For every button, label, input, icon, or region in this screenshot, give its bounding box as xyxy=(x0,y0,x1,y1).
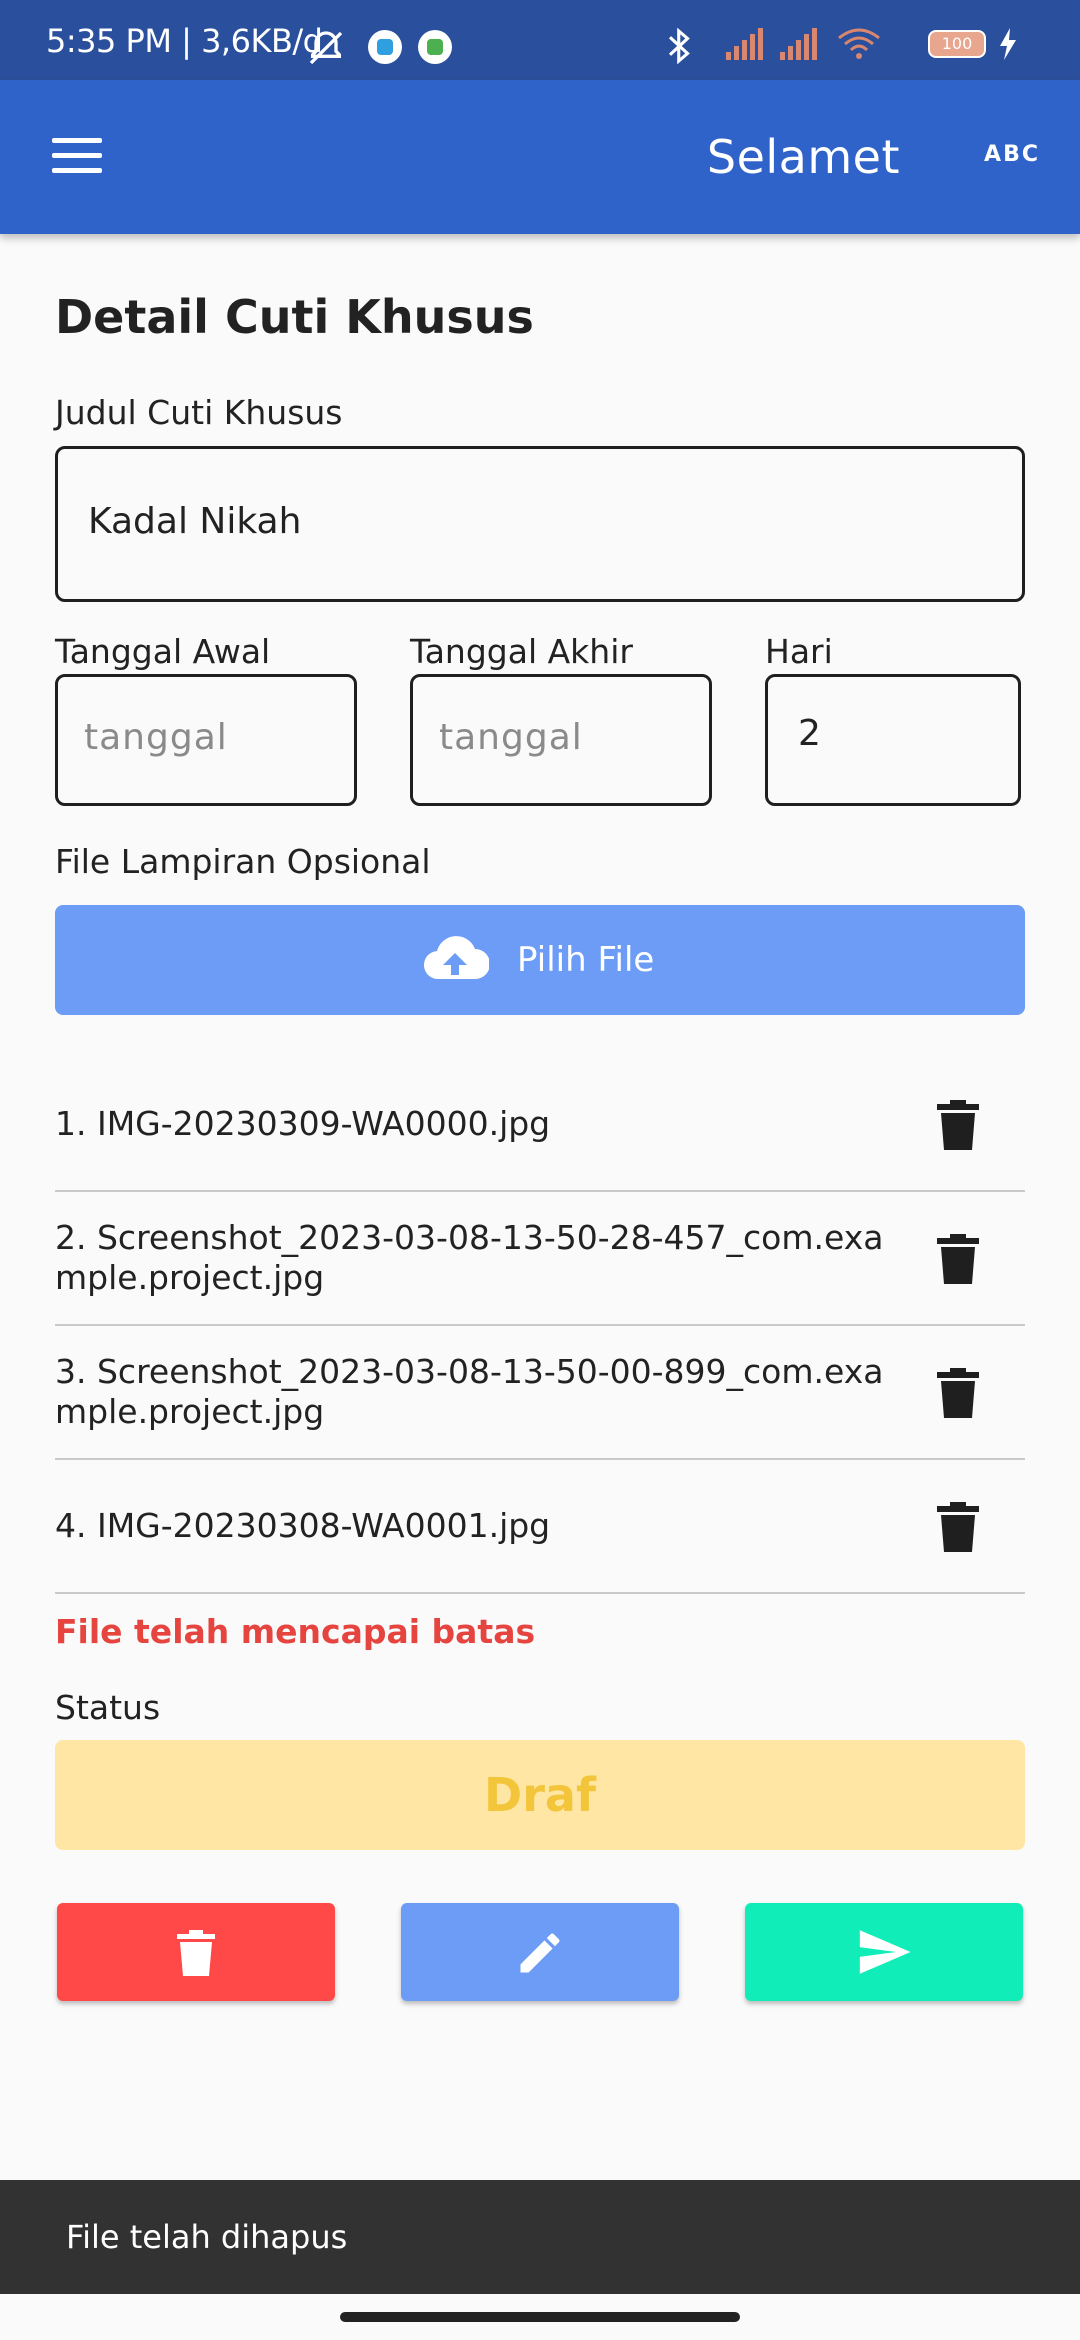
battery-icon: 100 xyxy=(928,30,986,58)
edit-button[interactable] xyxy=(401,1903,679,2001)
send-icon xyxy=(859,1930,911,1974)
trash-icon[interactable] xyxy=(937,1234,979,1284)
signal-icon xyxy=(726,28,763,60)
mute-icon xyxy=(309,31,343,65)
file-row: 4. IMG-20230308-WA0001.jpg xyxy=(55,1460,1025,1594)
trash-icon[interactable] xyxy=(937,1368,979,1418)
file-name: 4. IMG-20230308-WA0001.jpg xyxy=(55,1506,551,1545)
judul-value: Kadal Nikah xyxy=(88,501,302,542)
hari-label: Hari xyxy=(765,632,833,671)
file-row: 3. Screenshot_2023-03-08-13-50-00-899_co… xyxy=(55,1326,1025,1460)
user-name-title: Selamet xyxy=(706,130,900,184)
tanggal-awal-field[interactable]: tanggal xyxy=(55,674,357,806)
tanggal-akhir-label: Tanggal Akhir xyxy=(410,632,633,671)
tanggal-akhir-placeholder: tanggal xyxy=(439,717,583,758)
status-time: 5:35 PM | 3,6KB/d xyxy=(46,22,323,60)
file-name: 3. Screenshot_2023-03-08-13-50-00-899_co… xyxy=(55,1352,884,1431)
bluetooth-icon xyxy=(668,27,690,65)
delete-button[interactable] xyxy=(57,1903,335,2001)
snackbar-message: File telah dihapus xyxy=(66,2218,348,2256)
trash-icon xyxy=(177,1930,215,1976)
pick-file-label: Pilih File xyxy=(517,940,655,980)
file-row: 2. Screenshot_2023-03-08-13-50-28-457_co… xyxy=(55,1192,1025,1326)
hari-value: 2 xyxy=(798,713,821,754)
hari-field[interactable]: 2 xyxy=(765,674,1021,806)
file-name: 2. Screenshot_2023-03-08-13-50-28-457_co… xyxy=(55,1218,884,1297)
judul-label: Judul Cuti Khusus xyxy=(55,393,343,432)
app-notification-icon xyxy=(418,30,452,64)
charging-icon xyxy=(1000,28,1016,60)
app-bar: Selamet ABC xyxy=(0,80,1080,234)
status-bar: 5:35 PM | 3,6KB/d 100 xyxy=(0,0,1080,80)
hamburger-icon[interactable] xyxy=(52,138,102,174)
status-value: Draf xyxy=(484,1768,596,1822)
send-button[interactable] xyxy=(745,1903,1023,2001)
page-title: Detail Cuti Khusus xyxy=(55,290,534,344)
telegram-icon xyxy=(368,30,402,64)
lampiran-label: File Lampiran Opsional xyxy=(55,842,431,881)
file-limit-message: File telah mencapai batas xyxy=(55,1612,536,1651)
tanggal-akhir-field[interactable]: tanggal xyxy=(410,674,712,806)
status-label: Status xyxy=(55,1688,161,1727)
wifi-icon xyxy=(838,28,880,59)
abc-button[interactable]: ABC xyxy=(984,142,1040,167)
file-name: 1. IMG-20230309-WA0000.jpg xyxy=(55,1104,551,1143)
judul-input[interactable]: Kadal Nikah xyxy=(55,446,1025,602)
pick-file-button[interactable]: Pilih File xyxy=(55,905,1025,1015)
cloud-upload-icon xyxy=(423,936,489,980)
battery-level: 100 xyxy=(941,34,973,53)
trash-icon[interactable] xyxy=(937,1502,979,1552)
file-row: 1. IMG-20230309-WA0000.jpg xyxy=(55,1058,1025,1192)
status-badge: Draf xyxy=(55,1740,1025,1850)
trash-icon[interactable] xyxy=(937,1100,979,1150)
tanggal-awal-label: Tanggal Awal xyxy=(55,632,271,671)
signal-icon-2 xyxy=(780,28,817,60)
tanggal-awal-placeholder: tanggal xyxy=(84,717,228,758)
gesture-nav-handle[interactable] xyxy=(340,2312,740,2322)
snackbar: File telah dihapus xyxy=(0,2180,1080,2294)
pencil-icon xyxy=(520,1933,560,1973)
